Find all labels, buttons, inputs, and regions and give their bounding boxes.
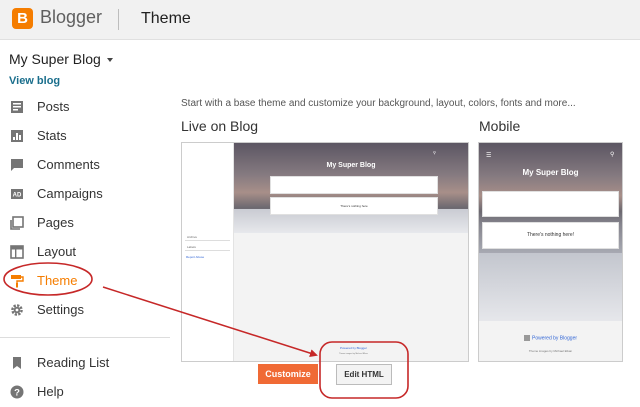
pages-icon [10, 216, 24, 230]
mobile-card-message: There's nothing here! [482, 222, 619, 249]
sidebar-item-label: Help [37, 384, 64, 399]
gear-icon [11, 304, 23, 316]
sidebar-item-layout[interactable]: Layout [0, 240, 170, 264]
search-icon: ⚲ [610, 152, 615, 158]
sidebar-item-reading-list[interactable]: Reading List [0, 351, 170, 375]
mobile-background-image [479, 253, 622, 321]
preview-theme-images-credit: Theme images by Michael Elkan [339, 353, 368, 355]
posts-icon [11, 101, 23, 113]
theme-paint-roller-icon [11, 275, 24, 288]
stats-icon [11, 130, 23, 142]
mobile-card-empty [482, 191, 619, 217]
layout-icon [10, 245, 24, 259]
mobile-powered-by: Powered by Blogger [479, 335, 622, 341]
header-divider [118, 9, 119, 30]
sidebar-divider [0, 337, 170, 338]
menu-icon: ☰ [486, 153, 492, 159]
svg-text:?: ? [14, 387, 20, 398]
preview-sidebar: Archive Labels Report Abuse [182, 143, 234, 361]
view-blog-link[interactable]: View blog [9, 75, 60, 87]
preview-report-abuse-link: Report Abuse [186, 255, 205, 259]
sidebar-item-campaigns[interactable]: AD Campaigns [0, 182, 170, 206]
sidebar-item-theme[interactable]: Theme [0, 269, 170, 293]
campaigns-icon: AD [11, 189, 23, 199]
live-blog-preview[interactable]: Archive Labels Report Abuse My Super Blo… [181, 142, 469, 362]
blog-selector[interactable]: My Super Blog [9, 51, 113, 67]
sidebar-item-stats[interactable]: Stats [0, 124, 170, 148]
preview-labels-select: Labels [185, 243, 230, 251]
customize-button[interactable]: Customize [258, 364, 318, 384]
mobile-preview[interactable]: ☰ ⚲ My Super Blog There's nothing here! … [478, 142, 623, 362]
preview-card-message: There's nothing here [270, 197, 438, 215]
preview-blog-title: My Super Blog [326, 162, 376, 169]
mobile-heading: Mobile [479, 118, 521, 134]
sidebar-item-label: Posts [37, 99, 70, 114]
sidebar-item-label: Stats [37, 128, 67, 143]
sidebar-item-settings[interactable]: Settings [0, 298, 170, 322]
top-bar: B Blogger Theme [0, 0, 640, 40]
sidebar-item-label: Campaigns [37, 186, 103, 201]
sidebar-item-label: Pages [37, 215, 74, 230]
brand-name[interactable]: Blogger [40, 7, 102, 28]
sidebar-item-pages[interactable]: Pages [0, 211, 170, 235]
intro-text: Start with a base theme and customize yo… [181, 98, 576, 109]
live-on-blog-heading: Live on Blog [181, 118, 259, 134]
help-icon: ? [10, 385, 24, 399]
chevron-down-icon [106, 58, 113, 63]
mobile-blog-title: My Super Blog [522, 168, 579, 177]
page-title: Theme [141, 10, 191, 27]
blogger-theme-page: B Blogger Theme My Super Blog View blog … [0, 0, 640, 407]
search-icon: ⚲ [433, 150, 436, 155]
svg-text:AD: AD [13, 193, 22, 199]
comments-icon [11, 159, 23, 171]
preview-powered-by: Powered by Blogger [340, 346, 368, 350]
sidebar-item-posts[interactable]: Posts [0, 95, 170, 119]
blogger-icon [523, 335, 530, 341]
bookmark-icon [13, 357, 21, 369]
sidebar-item-label: Layout [37, 244, 77, 259]
sidebar-item-label: Theme [37, 273, 78, 288]
sidebar-item-label: Reading List [37, 355, 110, 370]
edit-html-button[interactable]: Edit HTML [336, 364, 392, 385]
sidebar-item-label: Settings [37, 302, 84, 317]
preview-archive-select: Archive [185, 233, 230, 241]
mobile-theme-images-credit: Theme images by Michael Elkan [528, 349, 573, 353]
blogger-logo-icon[interactable]: B [12, 8, 33, 29]
preview-card-empty [270, 176, 438, 194]
sidebar-item-help[interactable]: ? Help [0, 380, 170, 404]
sidebar-item-comments[interactable]: Comments [0, 153, 170, 177]
blog-name: My Super Blog [9, 51, 101, 67]
sidebar-item-label: Comments [37, 157, 100, 172]
